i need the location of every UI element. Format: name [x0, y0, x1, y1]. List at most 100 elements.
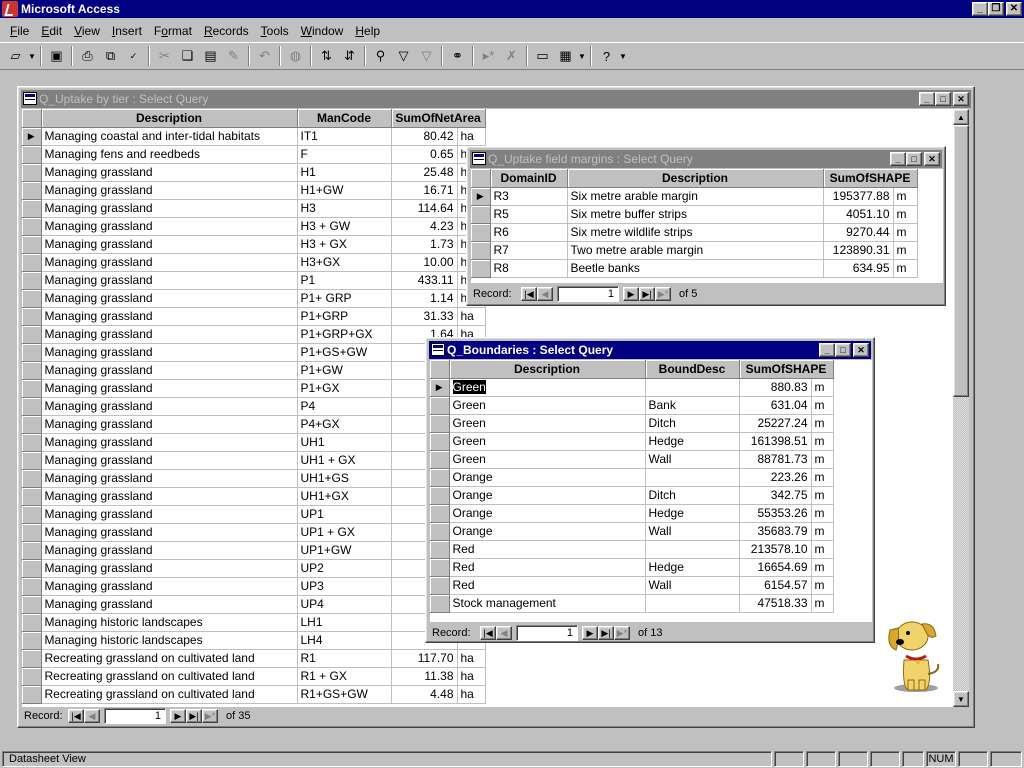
cell-mancode[interactable]: UP1: [297, 505, 392, 524]
cell-description[interactable]: Stock management: [449, 594, 646, 613]
cell-bounddesc[interactable]: Hedge: [645, 504, 740, 523]
cell-mancode[interactable]: UH1: [297, 433, 392, 452]
cell-unit[interactable]: m: [893, 241, 918, 260]
first-record-icon[interactable]: |◀: [521, 287, 537, 301]
table-row[interactable]: Green Hedge 161398.51 m: [430, 432, 834, 451]
cell-description[interactable]: Managing grassland: [41, 505, 298, 524]
cell-unit[interactable]: m: [811, 594, 834, 613]
cell-description[interactable]: Beetle banks: [567, 259, 824, 278]
table-row[interactable]: Recreating grassland on cultivated land R…: [22, 667, 486, 686]
table-row[interactable]: Managing grassland UP4: [22, 595, 486, 614]
record-selector[interactable]: [22, 451, 42, 470]
cell-description[interactable]: Green: [449, 414, 646, 433]
cell-mancode[interactable]: F: [297, 145, 392, 164]
save-icon[interactable]: ▣: [45, 45, 68, 67]
cell-description[interactable]: Managing historic landscapes: [41, 631, 298, 650]
record-selector[interactable]: [471, 223, 491, 242]
cell-description[interactable]: Red: [449, 558, 646, 577]
cell-bounddesc[interactable]: Wall: [645, 450, 740, 469]
record-selector[interactable]: [22, 487, 42, 506]
table-row[interactable]: Managing grassland UH1 + GX: [22, 451, 486, 470]
cell-value[interactable]: 433.11: [391, 271, 458, 290]
cell-description[interactable]: Managing grassland: [41, 271, 298, 290]
record-number-input[interactable]: 1: [516, 625, 578, 641]
table-row[interactable]: Managing grasslandUP32: [22, 577, 486, 596]
cell-value[interactable]: 88781.73: [739, 450, 812, 469]
dropdown-icon[interactable]: ▼: [27, 45, 37, 67]
minimize-icon[interactable]: _: [890, 152, 906, 166]
table-row[interactable]: Managing grasslandP1433.11ha: [22, 271, 486, 290]
table-row[interactable]: Managing historic landscapes LH4: [22, 631, 486, 650]
minimize-icon[interactable]: _: [972, 2, 988, 16]
table-row[interactable]: Orange 223.26 m: [430, 468, 834, 487]
cell-value[interactable]: 0.65: [391, 145, 458, 164]
table-row[interactable]: Managing grassland P1+GRP+GX 1.64 ha: [22, 325, 486, 344]
cell-description[interactable]: Orange: [449, 504, 646, 523]
table-row[interactable]: Managing grassland P4: [22, 397, 486, 416]
record-selector[interactable]: [22, 343, 42, 362]
cell-description[interactable]: Green: [449, 450, 646, 469]
table-row[interactable]: Managing grasslandH125.48ha: [22, 163, 486, 182]
record-selector[interactable]: [430, 432, 450, 451]
menu-window[interactable]: Window: [295, 24, 350, 38]
filter-by-selection-icon[interactable]: ⚲: [369, 45, 392, 67]
cell-description[interactable]: Managing grassland: [41, 379, 298, 398]
column-header-domainid[interactable]: DomainID: [490, 169, 568, 188]
record-selector[interactable]: [22, 145, 42, 164]
select-all-corner[interactable]: [22, 109, 42, 128]
menu-file[interactable]: File: [4, 24, 35, 38]
record-selector[interactable]: [22, 325, 42, 344]
record-selector[interactable]: [22, 253, 42, 272]
cell-unit[interactable]: m: [893, 223, 918, 242]
cell-description[interactable]: Red: [449, 576, 646, 595]
record-selector[interactable]: [22, 307, 42, 326]
cell-value[interactable]: 35683.79: [739, 522, 812, 541]
record-selector[interactable]: [430, 486, 450, 505]
table-row[interactable]: Managing grassland P1+GW: [22, 361, 486, 380]
cell-value[interactable]: 16654.69: [739, 558, 812, 577]
cell-value[interactable]: 4051.10: [823, 205, 894, 224]
cell-description[interactable]: Managing grassland: [41, 253, 298, 272]
menu-insert[interactable]: Insert: [106, 24, 148, 38]
table-row[interactable]: Managing grasslandP1+ GRP1.14ha: [22, 289, 486, 308]
cell-value[interactable]: 9270.44: [823, 223, 894, 242]
record-selector[interactable]: [22, 505, 42, 524]
cell-bounddesc[interactable]: [645, 468, 740, 487]
cell-bounddesc[interactable]: Hedge: [645, 558, 740, 577]
table-row[interactable]: Managing grasslandUH11: [22, 433, 486, 452]
cell-domainid[interactable]: R3: [490, 187, 568, 206]
copy-icon[interactable]: ❏: [176, 45, 199, 67]
menu-format[interactable]: Format: [148, 24, 198, 38]
new-record-icon[interactable]: ▸*: [477, 45, 500, 67]
table-row[interactable]: Recreating grassland on cultivated land R…: [22, 649, 486, 668]
cell-unit[interactable]: ha: [457, 649, 486, 668]
cell-unit[interactable]: m: [811, 468, 834, 487]
cell-description[interactable]: Managing grassland: [41, 451, 298, 470]
cell-mancode[interactable]: UP2: [297, 559, 392, 578]
cell-description[interactable]: Managing grassland: [41, 289, 298, 308]
cell-value[interactable]: 31.33: [391, 307, 458, 326]
cell-description[interactable]: Green: [449, 396, 646, 415]
record-selector[interactable]: [430, 414, 450, 433]
table-row[interactable]: Green Bank 631.04 m: [430, 396, 834, 415]
next-record-icon[interactable]: ▶: [582, 626, 598, 640]
table-row[interactable]: Managing grassland UH1+GS: [22, 469, 486, 488]
cell-mancode[interactable]: UH1 + GX: [297, 451, 392, 470]
record-selector[interactable]: [22, 217, 42, 236]
cell-value[interactable]: 1.73: [391, 235, 458, 254]
cell-mancode[interactable]: UP3: [297, 577, 392, 596]
access-app-icon[interactable]: [2, 1, 18, 17]
web-icon[interactable]: ◍: [284, 45, 307, 67]
previous-record-icon[interactable]: ◀: [84, 709, 100, 723]
minimize-icon[interactable]: _: [919, 92, 935, 106]
cell-description[interactable]: Managing grassland: [41, 595, 298, 614]
print-preview-icon[interactable]: ⧉: [99, 45, 122, 67]
cell-unit[interactable]: m: [893, 259, 918, 278]
cell-unit[interactable]: m: [811, 378, 834, 397]
record-selector[interactable]: [22, 289, 42, 308]
record-selector[interactable]: [430, 558, 450, 577]
cell-description[interactable]: Managing grassland: [41, 307, 298, 326]
cell-unit[interactable]: m: [811, 576, 834, 595]
new-record-icon[interactable]: ▶*: [655, 287, 671, 301]
close-icon[interactable]: ✕: [924, 152, 940, 166]
